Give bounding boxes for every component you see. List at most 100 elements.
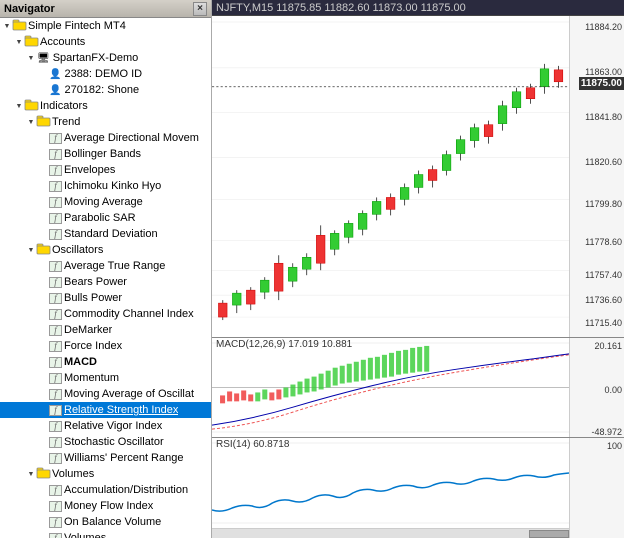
tree-item-macd[interactable]: fMACD (0, 354, 211, 370)
tree-item-rvi[interactable]: fRelative Vigor Index (0, 418, 211, 434)
indicator-icon-ma: f (49, 197, 62, 208)
price-label-7: 11757.40 (585, 270, 622, 280)
price-label-5: 11799.80 (585, 199, 622, 209)
rsi-scrollbar[interactable] (212, 528, 569, 538)
item-label-cci: Commodity Channel Index (64, 308, 194, 320)
macd-chart: MACD(12,26,9) 17.019 10.881 (212, 338, 624, 438)
indicator-icon-mao: f (49, 389, 62, 400)
expand-icon-oscillators[interactable]: ▼ (26, 245, 36, 255)
chart-title: NJFTY,M15 11875.85 11882.60 11873.00 118… (216, 2, 466, 14)
tree-item-wpr[interactable]: fWilliams' Percent Range (0, 450, 211, 466)
tree-item-oscillators[interactable]: ▼Oscillators (0, 242, 211, 258)
expand-icon-accounts[interactable]: ▼ (14, 37, 24, 47)
indicator-icon-atr: f (49, 261, 62, 272)
price-label-4: 11820.60 (585, 157, 622, 167)
tree-item-fi[interactable]: fForce Index (0, 338, 211, 354)
indicator-icon-bb: f (49, 149, 62, 160)
item-label-env: Envelopes (64, 164, 115, 176)
item-label-macd: MACD (64, 356, 97, 368)
current-price-label: 11875.00 (579, 77, 624, 90)
indicator-icon-fi: f (49, 341, 62, 352)
tree-item-bb[interactable]: fBollinger Bands (0, 146, 211, 162)
indicator-icon-wpr: f (49, 453, 62, 464)
tree-item-ma[interactable]: fMoving Average (0, 194, 211, 210)
item-label-atr: Average True Range (64, 260, 165, 272)
item-label-bullp: Bulls Power (64, 292, 122, 304)
price-label-8: 11736.60 (585, 295, 622, 305)
tree-item-dem[interactable]: fDeMarker (0, 322, 211, 338)
tree-item-acc270182[interactable]: 👤270182: Shone (0, 82, 211, 98)
tree-item-indicators[interactable]: ▼Indicators (0, 98, 211, 114)
tree-item-volumes[interactable]: ▼ Volumes (0, 466, 211, 482)
macd-level-2: 0.00 (604, 385, 622, 395)
rsi-svg (212, 438, 569, 528)
tree-item-vol[interactable]: fVolumes (0, 530, 211, 538)
tree-item-adm[interactable]: fAverage Directional Movem (0, 130, 211, 146)
tree-item-trend[interactable]: ▼ Trend (0, 114, 211, 130)
indicator-icon-psar: f (49, 213, 62, 224)
navigator-panel: Navigator × ▼Simple Fintech MT4▼Accounts… (0, 0, 212, 538)
indicator-icon-ich: f (49, 181, 62, 192)
indicator-icon-mfi: f (49, 501, 62, 512)
tree-item-mom[interactable]: fMomentum (0, 370, 211, 386)
tree-item-atr[interactable]: fAverage True Range (0, 258, 211, 274)
tree-item-rsi[interactable]: fRelative Strength Index (0, 402, 211, 418)
tree-item-spartanfx[interactable]: ▼🖥SpartanFX-Demo (0, 50, 211, 66)
tree-item-acc2388[interactable]: 👤2388: DEMO ID (0, 66, 211, 82)
rsi-chart: RSI(14) 60.8718 100 (212, 438, 624, 538)
indicator-icon-sd: f (49, 229, 62, 240)
account-icon-acc2388: 👤 (49, 69, 61, 80)
tree-item-obv[interactable]: fOn Balance Volume (0, 514, 211, 530)
account-icon-spartanfx: 🖥 (37, 53, 50, 64)
tree-item-cci[interactable]: fCommodity Channel Index (0, 306, 211, 322)
tree-item-simple-fintech[interactable]: ▼ Simple Fintech MT4 (0, 18, 211, 34)
rsi-level-1: 100 (607, 441, 622, 451)
item-label-sd: Standard Deviation (64, 228, 158, 240)
expand-icon-trend[interactable]: ▼ (26, 117, 36, 127)
rsi-scrollbar-thumb[interactable] (529, 530, 569, 538)
price-label-9: 11715.40 (585, 318, 622, 328)
macd-axis: 20.161 0.00 -48.972 (569, 338, 624, 437)
tree-item-mao[interactable]: fMoving Average of Oscillat (0, 386, 211, 402)
indicator-icon-ad: f (49, 485, 62, 496)
expand-icon-indicators[interactable]: ▼ (14, 101, 24, 111)
folder-icon-indicators (25, 99, 38, 113)
item-label-trend: Trend (52, 116, 80, 128)
rsi-title: RSI(14) 60.8718 (216, 439, 289, 450)
price-label-3: 11841.80 (585, 112, 622, 122)
tree-item-sd[interactable]: fStandard Deviation (0, 226, 211, 242)
price-label-6: 11778.60 (585, 237, 622, 247)
tree-item-ich[interactable]: fIchimoku Kinko Hyo (0, 178, 211, 194)
macd-svg (212, 338, 569, 437)
macd-title: MACD(12,26,9) 17.019 10.881 (216, 339, 352, 350)
item-label-dem: DeMarker (64, 324, 112, 336)
expand-icon-volumes[interactable]: ▼ (26, 469, 36, 479)
tree-item-psar[interactable]: fParabolic SAR (0, 210, 211, 226)
expand-icon-simple-fintech[interactable]: ▼ (2, 21, 12, 31)
item-label-acc270182: 270182: Shone (64, 84, 139, 96)
item-label-simple-fintech: Simple Fintech MT4 (28, 20, 126, 32)
chart-area: NJFTY,M15 11875.85 11882.60 11873.00 118… (212, 0, 624, 538)
tree-item-bp[interactable]: fBears Power (0, 274, 211, 290)
item-label-acc2388: 2388: DEMO ID (64, 68, 142, 80)
tree-item-accounts[interactable]: ▼ Accounts (0, 34, 211, 50)
item-label-volumes: Volumes (52, 468, 94, 480)
tree-item-ad[interactable]: fAccumulation/Distribution (0, 482, 211, 498)
indicator-icon-cci: f (49, 309, 62, 320)
indicator-icon-so: f (49, 437, 62, 448)
indicator-icon-adm: f (49, 133, 62, 144)
item-label-obv: On Balance Volume (64, 516, 161, 528)
tree-item-so[interactable]: fStochastic Oscillator (0, 434, 211, 450)
tree-item-env[interactable]: fEnvelopes (0, 162, 211, 178)
item-label-spartanfx: SpartanFX-Demo (53, 52, 139, 64)
item-label-adm: Average Directional Movem (64, 132, 199, 144)
indicator-icon-rsi: f (49, 405, 62, 416)
item-label-accounts: Accounts (40, 36, 85, 48)
item-label-vol: Volumes (64, 532, 106, 538)
expand-icon-spartanfx[interactable]: ▼ (26, 53, 36, 63)
macd-level-1: 20.161 (594, 341, 622, 351)
tree-item-bullp[interactable]: fBulls Power (0, 290, 211, 306)
navigator-close-button[interactable]: × (193, 2, 207, 16)
tree-item-mfi[interactable]: fMoney Flow Index (0, 498, 211, 514)
price-axis: 11884.20 11863.00 11841.80 11820.60 1179… (569, 16, 624, 337)
